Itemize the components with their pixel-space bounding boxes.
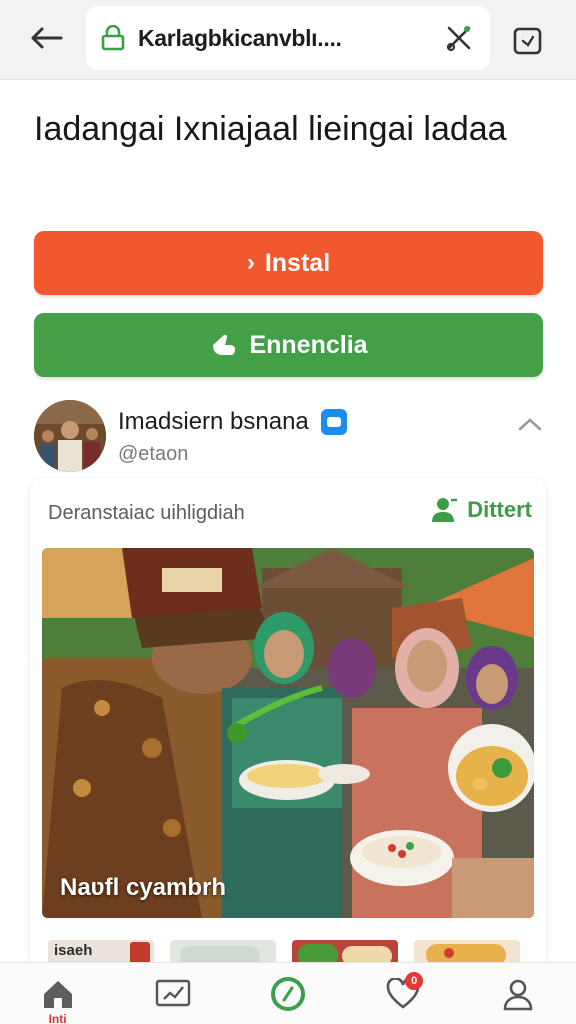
lock-icon: [101, 25, 125, 51]
download-label: Ennenclia: [249, 330, 368, 359]
url-text: Karlagbkicanvblı....: [138, 24, 342, 51]
photo-image: [42, 548, 534, 918]
post-caption: Deranstaiac uihligdiah: [48, 502, 245, 524]
collapse-button[interactable]: [514, 410, 546, 438]
tabs-button[interactable]: [508, 20, 548, 60]
notification-badge: 0: [405, 971, 424, 990]
address-bar[interactable]: Karlagbkicanvblı....: [86, 6, 490, 70]
nav-profile[interactable]: [488, 968, 548, 1020]
install-icon: ›: [246, 249, 255, 276]
post-card: Deranstaiac uihligdiah Dittert Naʋfl cya…: [30, 478, 546, 968]
profile-name: Imadsiern bsnana: [118, 408, 309, 435]
chevron-up-icon: [518, 418, 542, 431]
download-button[interactable]: Ennenclia: [34, 313, 543, 377]
chart-icon: [155, 979, 190, 1006]
avatar[interactable]: [34, 400, 106, 472]
post-photo[interactable]: Naʋfl cyambrh: [42, 548, 534, 918]
profile-name-row: Imadsiern bsnana: [118, 408, 347, 436]
scissors-icon: [446, 26, 471, 52]
page-title: Iadangai Ixniajaal lieingai ladaa: [34, 110, 507, 148]
nav-home[interactable]: Inti: [28, 968, 88, 1024]
tabs-icon: [513, 27, 542, 55]
back-button[interactable]: [24, 20, 68, 56]
follow-label: Dittert: [467, 497, 532, 522]
nav-home-label: Inti: [48, 1011, 67, 1024]
arrow-left-icon: [31, 27, 63, 49]
avatar-image: [34, 400, 106, 472]
home-icon: [43, 980, 72, 1008]
photo-caption: Naʋfl cyambrh: [60, 874, 227, 901]
nav-stats[interactable]: [143, 968, 203, 1020]
compass-icon: [270, 976, 305, 1011]
install-label: Instal: [264, 248, 331, 277]
thumbnail-label: isaeh: [54, 942, 93, 959]
follow-button[interactable]: Dittert: [429, 496, 532, 524]
profile-handle: @etaon: [118, 443, 189, 465]
url-action-button[interactable]: [442, 21, 476, 55]
follow-icon: [432, 498, 458, 522]
install-button[interactable]: › Instal: [34, 231, 543, 295]
nav-explore[interactable]: [258, 968, 318, 1020]
nav-favorites[interactable]: 0: [373, 968, 433, 1020]
browser-toolbar: Karlagbkicanvblı....: [0, 0, 576, 80]
bottom-navigation: Inti 0: [0, 962, 576, 1024]
verified-icon: [320, 409, 347, 435]
profile-icon: [504, 979, 533, 1010]
hand-icon: [213, 334, 236, 355]
